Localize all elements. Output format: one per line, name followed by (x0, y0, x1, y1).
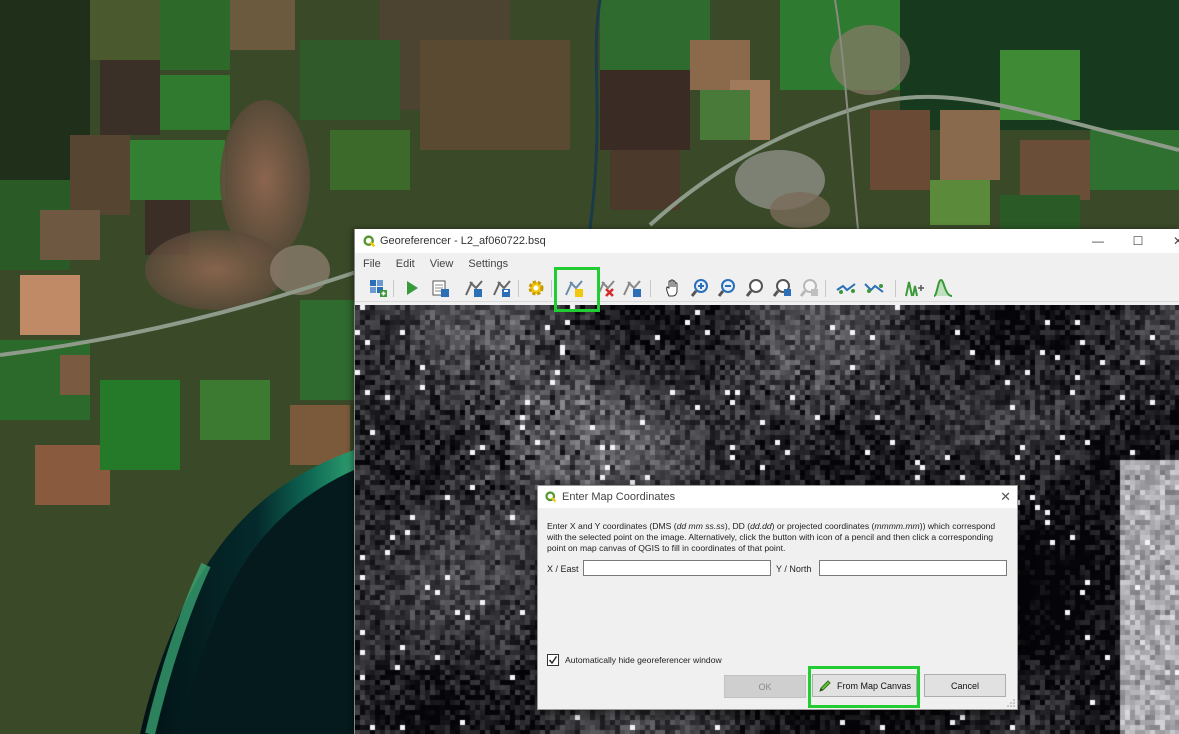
pencil-icon (819, 679, 831, 692)
zoom-to-layer-icon[interactable] (744, 277, 766, 299)
menu-view[interactable]: View (430, 258, 454, 270)
save-gcp-points-icon[interactable] (491, 277, 513, 299)
delete-point-icon[interactable] (595, 277, 617, 299)
georeferencer-title: Georeferencer - L2_af060722.bsq (380, 235, 546, 247)
add-point-icon[interactable] (563, 277, 585, 299)
open-raster-icon[interactable] (367, 277, 389, 299)
checkmark-icon (548, 656, 558, 665)
x-east-input[interactable] (583, 560, 771, 576)
from-map-canvas-button[interactable]: From Map Canvas (812, 674, 917, 697)
link-georeferencer-to-qgis-icon[interactable] (835, 277, 857, 299)
close-icon[interactable]: ✕ (1000, 489, 1011, 505)
zoom-last-icon[interactable] (771, 277, 793, 299)
menu-settings[interactable]: Settings (468, 258, 508, 270)
georeferencer-toolbar (355, 275, 1179, 302)
maximize-icon[interactable]: ☐ (1118, 229, 1158, 253)
auto-hide-checkbox[interactable] (547, 654, 559, 666)
ok-button[interactable]: OK (724, 675, 806, 698)
zoom-out-icon[interactable] (716, 277, 738, 299)
pan-icon[interactable] (662, 277, 684, 299)
zoom-in-icon[interactable] (689, 277, 711, 299)
qgis-logo-icon (363, 234, 376, 247)
auto-hide-checkbox-row[interactable]: Automatically hide georeferencer window (547, 654, 722, 666)
from-map-canvas-label: From Map Canvas (836, 680, 912, 691)
cancel-button[interactable]: Cancel (924, 674, 1006, 697)
full-histogram-stretch-icon[interactable] (932, 277, 954, 299)
menu-edit[interactable]: Edit (396, 258, 415, 270)
resize-grip-icon[interactable] (1007, 699, 1015, 707)
transformation-settings-icon[interactable] (525, 277, 547, 299)
y-north-label: Y / North (776, 564, 812, 574)
close-window-icon[interactable]: ✕ (1158, 229, 1179, 253)
georeferencer-menubar: File Edit View Settings (355, 253, 1179, 275)
local-histogram-stretch-icon[interactable] (904, 277, 926, 299)
dialog-title: Enter Map Coordinates (562, 491, 676, 503)
move-gcp-point-icon[interactable] (621, 277, 643, 299)
generate-gdal-script-icon[interactable] (429, 277, 451, 299)
zoom-next-icon[interactable] (798, 277, 820, 299)
dialog-instructions: Enter X and Y coordinates (DMS (dd mm ss… (547, 521, 996, 553)
dialog-titlebar: Enter Map Coordinates ✕ (538, 486, 1017, 508)
enter-map-coordinates-dialog: Enter Map Coordinates ✕ Enter X and Y co… (537, 485, 1018, 710)
x-east-label: X / East (547, 564, 579, 574)
auto-hide-checkbox-label: Automatically hide georeferencer window (565, 655, 722, 665)
start-georeferencing-icon[interactable] (401, 277, 423, 299)
load-gcp-points-icon[interactable] (463, 277, 485, 299)
qgis-logo-icon (545, 491, 557, 503)
georeferencer-titlebar: Georeferencer - L2_af060722.bsq — ☐ ✕ (355, 229, 1179, 253)
menu-file[interactable]: File (363, 258, 381, 270)
link-qgis-to-georeferencer-icon[interactable] (863, 277, 885, 299)
minimize-icon[interactable]: — (1078, 229, 1118, 253)
y-north-input[interactable] (819, 560, 1007, 576)
